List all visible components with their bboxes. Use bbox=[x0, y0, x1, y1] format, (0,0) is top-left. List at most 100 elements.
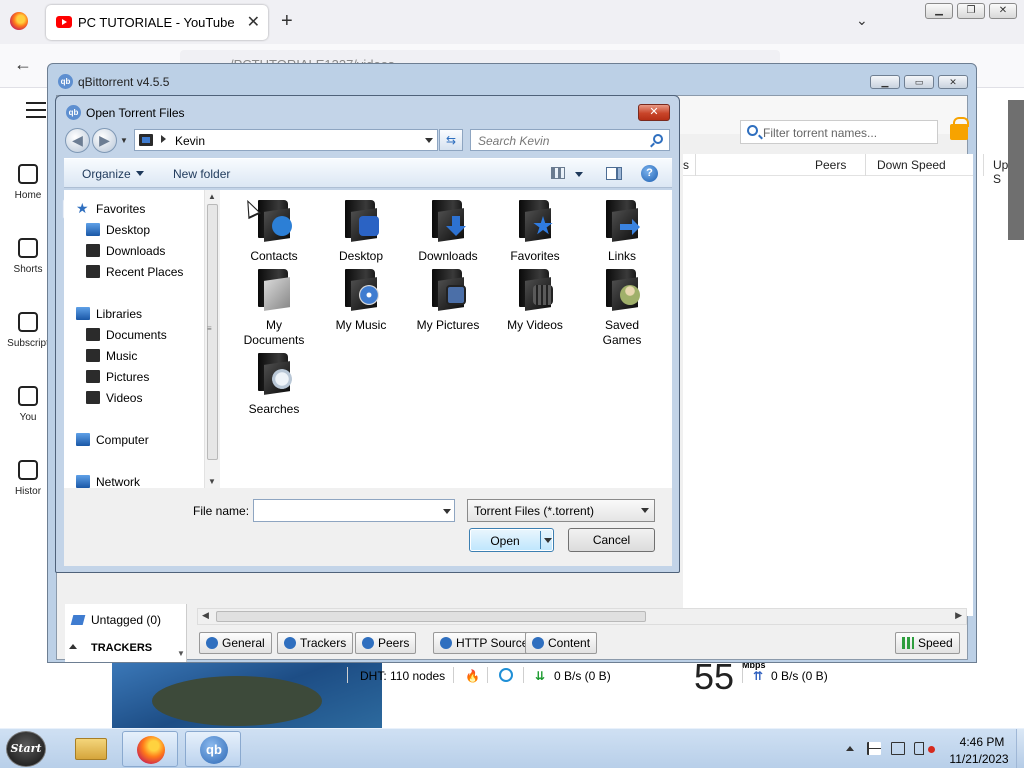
cancel-button[interactable]: Cancel bbox=[568, 528, 655, 552]
folder-my-documents[interactable]: My Documents bbox=[236, 267, 312, 348]
qb-close-button[interactable]: ✕ bbox=[938, 75, 968, 89]
file-name-input[interactable] bbox=[253, 499, 455, 522]
clock-time[interactable]: 4:46 PM bbox=[954, 735, 1010, 749]
taskbar-qbittorrent[interactable]: qb bbox=[185, 731, 241, 767]
help-icon[interactable]: ? bbox=[641, 165, 658, 182]
address-bar[interactable]: Kevin bbox=[134, 129, 438, 151]
nav-downloads[interactable]: Downloads bbox=[86, 244, 165, 258]
folder-searches[interactable]: Searches bbox=[236, 351, 312, 417]
browser-close-button[interactable]: ✕ bbox=[989, 3, 1017, 19]
sidebar-scroll-down-icon[interactable]: ▼ bbox=[177, 649, 185, 658]
tab-trackers[interactable]: Trackers bbox=[277, 632, 354, 654]
network-tray-icon[interactable] bbox=[891, 742, 905, 755]
hamburger-menu-icon[interactable] bbox=[26, 102, 46, 118]
tab-list-button[interactable]: ⌄ bbox=[856, 12, 868, 29]
folder-label: My Videos bbox=[507, 318, 563, 332]
qb-maximize-button[interactable]: ▭ bbox=[904, 75, 934, 89]
breadcrumb-arrow-icon[interactable] bbox=[161, 135, 166, 143]
address-dropdown-icon[interactable] bbox=[425, 138, 433, 143]
refresh-button[interactable]: ⇆ bbox=[439, 129, 463, 151]
organize-label: Organize bbox=[82, 167, 131, 181]
folder-my-music[interactable]: My Music bbox=[323, 267, 399, 333]
open-button[interactable]: Open bbox=[469, 528, 554, 552]
scroll-down-icon[interactable]: ▼ bbox=[208, 477, 216, 486]
tab-peers[interactable]: Peers bbox=[355, 632, 417, 654]
qb-minimize-button[interactable]: ▁ bbox=[870, 75, 900, 89]
action-center-flag-icon[interactable] bbox=[867, 742, 881, 755]
folder-desktop[interactable]: Desktop bbox=[323, 198, 399, 264]
column-header-peers[interactable]: Peers bbox=[815, 158, 846, 172]
new-tab-button[interactable]: + bbox=[281, 10, 293, 33]
tab-speed[interactable]: Speed bbox=[895, 632, 960, 654]
start-button[interactable]: Start bbox=[6, 731, 46, 767]
trackers-section-header[interactable]: TRACKERS bbox=[91, 642, 152, 654]
organize-button[interactable]: Organize bbox=[82, 167, 144, 181]
folder-links[interactable]: Links bbox=[584, 198, 660, 264]
speed-chart-icon bbox=[902, 637, 914, 649]
breadcrumb-kevin[interactable]: Kevin bbox=[175, 134, 205, 148]
nav-documents[interactable]: Documents bbox=[86, 328, 167, 342]
show-hidden-icons-icon[interactable] bbox=[846, 746, 854, 751]
show-desktop-button[interactable] bbox=[1016, 729, 1024, 768]
tab-close-button[interactable]: ✕ bbox=[247, 12, 260, 32]
file-type-select[interactable]: Torrent Files (*.torrent) bbox=[467, 499, 655, 522]
forward-button[interactable]: ▶ bbox=[92, 128, 117, 153]
change-view-icon[interactable] bbox=[551, 167, 565, 179]
column-header-up-speed[interactable]: Up S bbox=[993, 158, 1008, 186]
nav-network[interactable]: Network bbox=[76, 475, 140, 489]
filter-untagged[interactable]: Untagged (0) bbox=[91, 613, 161, 627]
open-dropdown-icon[interactable] bbox=[544, 538, 552, 543]
preview-pane-icon[interactable] bbox=[606, 167, 622, 180]
clock-date[interactable]: 11/21/2023 bbox=[947, 752, 1011, 766]
volume-icon[interactable] bbox=[914, 742, 924, 755]
folder-contents[interactable]: Contacts Desktop Downloads Favorites Lin… bbox=[220, 190, 672, 488]
column-header-down-speed[interactable]: Down Speed bbox=[877, 158, 946, 172]
view-options-dropdown-icon[interactable] bbox=[575, 172, 583, 177]
nav-videos[interactable]: Videos bbox=[86, 391, 142, 405]
browser-minimize-button[interactable]: ▁ bbox=[925, 3, 953, 19]
nav-libraries[interactable]: Libraries bbox=[76, 307, 142, 321]
folder-my-pictures[interactable]: My Pictures bbox=[410, 267, 486, 333]
download-speed[interactable]: 0 B/s (0 B) bbox=[554, 669, 611, 683]
taskbar-explorer[interactable] bbox=[62, 731, 118, 767]
folder-favorites[interactable]: Favorites bbox=[497, 198, 573, 264]
recent-locations-dropdown-icon[interactable]: ▼ bbox=[120, 136, 128, 145]
scrollbar-thumb[interactable] bbox=[216, 611, 646, 622]
filter-torrent-input[interactable]: Filter torrent names... bbox=[740, 120, 938, 144]
tab-content[interactable]: Content bbox=[525, 632, 598, 654]
back-button[interactable]: ◀ bbox=[65, 128, 90, 153]
upload-speed[interactable]: 0 B/s (0 B) bbox=[771, 669, 828, 683]
tab-general[interactable]: General bbox=[199, 632, 272, 654]
lock-icon[interactable] bbox=[950, 117, 969, 140]
folder-my-videos[interactable]: My Videos bbox=[497, 267, 573, 333]
yt-nav-label: Subscript bbox=[7, 338, 49, 349]
scroll-left-icon[interactable]: ◀ bbox=[202, 610, 209, 621]
column-header-status[interactable]: s bbox=[683, 158, 689, 172]
back-arrow-icon[interactable]: ← bbox=[14, 54, 32, 75]
navigation-pane-scrollbar[interactable]: ▲ ▼ bbox=[204, 190, 220, 488]
folder-downloads[interactable]: Downloads bbox=[410, 198, 486, 264]
scroll-up-icon[interactable]: ▲ bbox=[208, 192, 216, 201]
search-input[interactable]: Search Kevin bbox=[470, 129, 670, 151]
browser-maximize-button[interactable]: ❐ bbox=[957, 3, 985, 19]
page-scrollbar[interactable] bbox=[1008, 100, 1024, 240]
nav-music[interactable]: Music bbox=[86, 349, 137, 363]
scroll-right-icon[interactable]: ▶ bbox=[955, 610, 962, 621]
connection-status-icon[interactable] bbox=[499, 668, 513, 682]
file-name-dropdown-icon[interactable] bbox=[443, 509, 451, 514]
torrent-list-hscrollbar[interactable]: ◀ ▶ bbox=[197, 608, 967, 625]
browser-tab-youtube[interactable]: PC TUTORIALE - YouTube ✕ bbox=[46, 5, 268, 40]
search-icon[interactable] bbox=[653, 134, 663, 144]
nav-recent-places[interactable]: Recent Places bbox=[86, 265, 183, 279]
torrent-list[interactable] bbox=[683, 176, 973, 616]
nav-pictures[interactable]: Pictures bbox=[86, 370, 149, 384]
nav-desktop[interactable]: Desktop bbox=[86, 223, 150, 237]
collapse-triangle-icon[interactable] bbox=[69, 644, 77, 649]
new-folder-button[interactable]: New folder bbox=[173, 167, 230, 181]
folder-saved-games[interactable]: Saved Games bbox=[584, 267, 660, 348]
dialog-close-button[interactable]: ✕ bbox=[638, 104, 670, 121]
nav-favorites[interactable]: ★ Favorites bbox=[76, 200, 145, 216]
flame-icon[interactable]: 🔥 bbox=[465, 669, 480, 683]
taskbar-firefox[interactable] bbox=[122, 731, 178, 767]
nav-computer[interactable]: Computer bbox=[76, 433, 149, 447]
